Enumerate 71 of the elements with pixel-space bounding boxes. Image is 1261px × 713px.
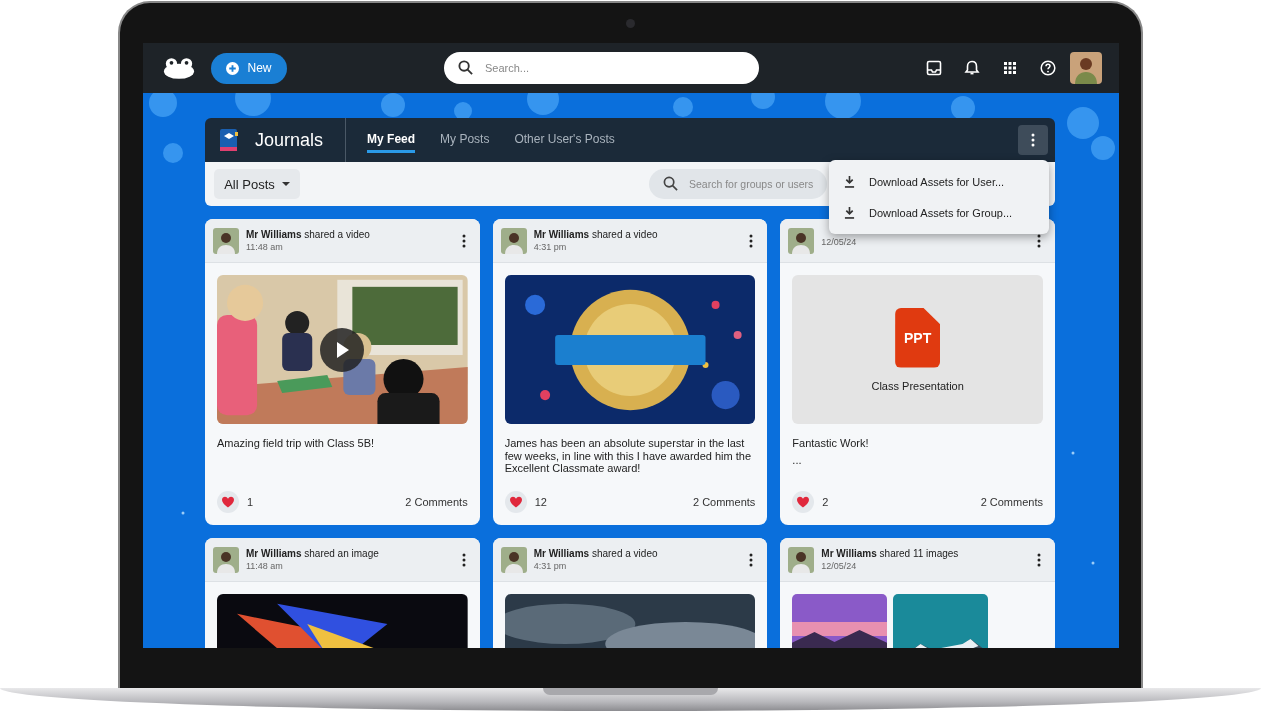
search-field[interactable]: Search...: [444, 52, 759, 84]
author-avatar: [788, 546, 815, 573]
post-time: 12/05/24: [821, 236, 858, 247]
heart-icon: [508, 496, 523, 508]
author-avatar: [213, 546, 239, 573]
more-button[interactable]: [1018, 125, 1048, 155]
frog-logo: [163, 56, 195, 80]
user-avatar[interactable]: [1070, 52, 1102, 84]
post-headline: Mr Williams shared 11 images: [821, 548, 960, 559]
post-headline: Mr Williams shared a video: [533, 229, 659, 240]
file-preview[interactable]: PPT Class Presentation: [792, 275, 1043, 424]
more-icon: [1031, 133, 1035, 147]
post-time: 4:31 pm: [533, 242, 568, 252]
like-button[interactable]: [217, 491, 239, 513]
journal-book-icon: [219, 128, 239, 152]
author-avatar: [500, 227, 527, 254]
download-icon: [844, 206, 855, 219]
post-text: James has been an absolute superstar in the last few weeks, in line with this I have awarded him the Excellent Classmate award!: [504, 437, 753, 475]
inbox-icon[interactable]: [926, 60, 942, 76]
tab[interactable]: My Feed: [367, 127, 416, 153]
author-avatar: [500, 546, 527, 573]
download-icon: [844, 175, 855, 188]
search-icon: [663, 176, 678, 191]
author-avatar: [788, 227, 815, 254]
new-button[interactable]: New: [211, 52, 287, 84]
more-icon[interactable]: [461, 233, 466, 248]
like-button[interactable]: [792, 491, 815, 513]
author-avatar: [213, 227, 239, 254]
more-icon[interactable]: [749, 552, 754, 567]
post-headline: Mr Williams shared a video: [246, 229, 371, 240]
menu-item-label: Download Assets for User...: [869, 175, 1005, 188]
heart-icon: [221, 496, 235, 508]
more-icon[interactable]: [461, 552, 466, 567]
menu-item[interactable]: Download Assets for Group...: [829, 197, 1049, 228]
apps-grid-icon[interactable]: [1002, 60, 1018, 76]
comments-link[interactable]: 2 Comments: [692, 496, 756, 508]
post-text: Fantastic Work!: [792, 437, 870, 450]
ppt-file-icon: PPT: [895, 307, 941, 368]
like-button[interactable]: [504, 491, 527, 513]
posts-dropdown[interactable]: All Posts: [214, 169, 300, 199]
post-time: 4:31 pm: [533, 561, 568, 571]
more-icon[interactable]: [1037, 552, 1041, 567]
help-icon[interactable]: [1040, 60, 1056, 76]
like-count: 12: [534, 496, 547, 508]
tab[interactable]: My Posts: [440, 127, 490, 153]
post-headline: Mr Williams shared a video: [533, 548, 659, 559]
post-text: ...: [792, 453, 803, 467]
post-headline: Mr Williams shared an image: [246, 548, 380, 559]
comments-link[interactable]: 2 Comments: [980, 496, 1043, 508]
post-time: 11:48 am: [246, 242, 284, 252]
caret-icon: [281, 182, 290, 186]
search-icon: [458, 60, 473, 75]
post-time: 12/05/24: [821, 561, 858, 571]
menu-item-label: Download Assets for Group...: [869, 206, 1013, 219]
play-icon[interactable]: [320, 327, 365, 372]
more-icon[interactable]: [749, 233, 754, 248]
file-name: Class Presentation: [871, 379, 964, 392]
tab[interactable]: Other User's Posts: [514, 127, 615, 153]
search-field[interactable]: Search for groups or users: [649, 169, 827, 199]
app-title: Journals: [255, 129, 324, 151]
like-count: 2: [822, 496, 829, 508]
webcam: [626, 19, 635, 28]
post-time: 11:48 am: [246, 561, 284, 571]
menu-item[interactable]: Download Assets for User...: [829, 166, 1049, 197]
post-text: Amazing field trip with Class 5B!: [217, 437, 376, 450]
heart-icon: [796, 496, 811, 508]
more-icon[interactable]: [1037, 233, 1041, 248]
plus-icon: [226, 61, 240, 75]
like-count: 1: [247, 496, 254, 508]
comments-link[interactable]: 2 Comments: [405, 496, 468, 508]
bell-icon[interactable]: [964, 60, 980, 76]
